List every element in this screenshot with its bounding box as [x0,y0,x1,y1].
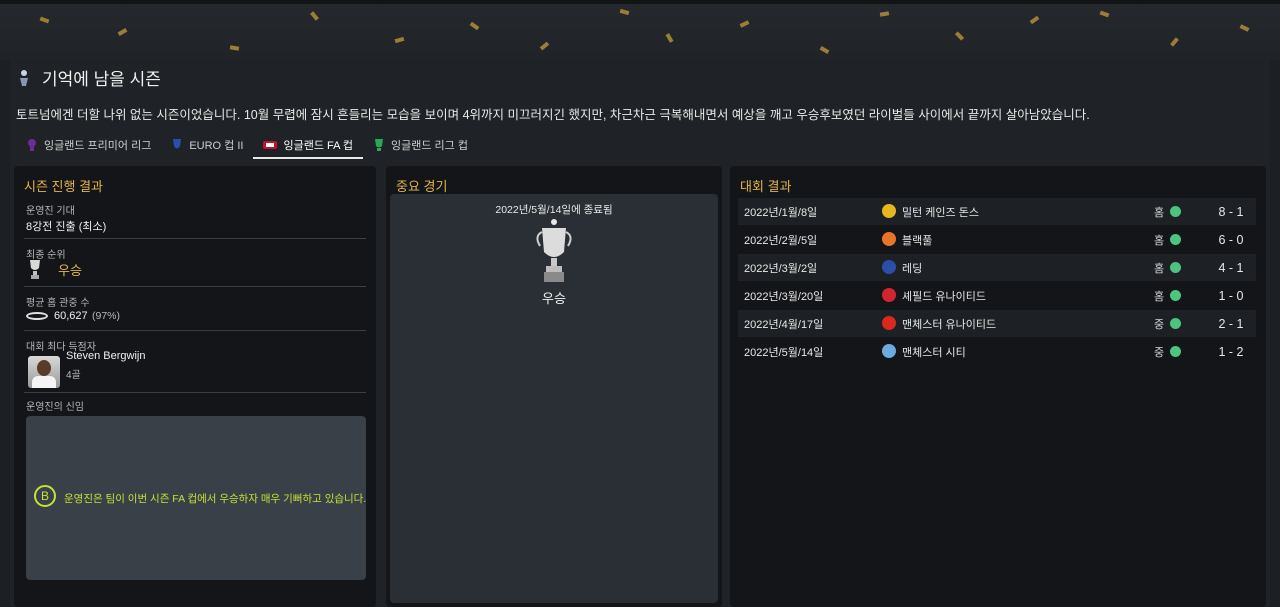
league-cup-icon [375,139,384,151]
table-row[interactable]: 2022년/1월/8일 밀턴 케인즈 돈스 홈 8 - 1 [738,198,1256,225]
board-grade-badge: B [34,485,56,507]
attendance-label: 평균 홈 관중 수 [26,298,90,309]
club-crest-icon [20,70,28,86]
match-date: 2022년/3월/2일 [744,262,818,275]
divider [24,286,366,287]
score: 1 - 0 [1218,288,1244,303]
venue: 중 [1154,346,1165,359]
header: 기억에 남을 시즌 [16,64,161,90]
win-indicator-icon [1170,290,1181,301]
board-confidence-box: B 운영진은 팀이 이번 시즌 FA 컵에서 우승하자 매우 기뻐하고 있습니다… [26,416,366,580]
euro-cup-icon [173,139,182,149]
venue: 홈 [1154,290,1165,303]
match-date: 2022년/4월/17일 [744,318,824,331]
opponent-name: 블랙풀 [902,234,933,247]
attendance-percent: (97%) [92,310,121,322]
manchester-united-crest-icon [882,316,896,330]
key-match-panel: 중요 경기 2022년/5월/14일에 종료됨 우승 [386,166,722,607]
win-indicator-icon [1170,262,1181,273]
mk-dons-crest-icon [882,204,896,218]
table-row[interactable]: 2022년/3월/2일 레딩 홈 4 - 1 [738,254,1256,281]
table-row[interactable]: 2022년/4월/17일 맨체스터 유나이티드 중 2 - 1 [738,310,1256,337]
score: 1 - 2 [1218,344,1244,359]
win-indicator-icon [1170,346,1181,357]
win-indicator-icon [1170,234,1181,245]
tab-label: 잉글랜드 FA 컵 [283,140,354,152]
player-avatar[interactable] [28,356,60,388]
score: 6 - 0 [1218,232,1244,247]
tab-league-cup[interactable]: 잉글랜드 리그 컵 [363,132,478,158]
attendance-value: 60,627 [54,310,88,322]
competition-tabs: 잉글랜드 프리미어 리그 EURO 컵 II 잉글랜드 FA 컵 잉글랜드 리그… [16,132,478,159]
score: 2 - 1 [1218,316,1244,331]
expectation-label: 운영진 기대 [26,206,75,217]
venue: 홈 [1154,262,1165,275]
results-table: 2022년/1월/8일 밀턴 케인즈 돈스 홈 8 - 1 2022년/2월/5… [738,198,1256,366]
season-result-panel: 시즌 진행 결과 운영진 기대 8강전 진출 (최소) 최종 순위 우승 평균 … [14,166,376,607]
tab-euro-cup[interactable]: EURO 컵 II [161,132,253,158]
score: 8 - 1 [1218,204,1244,219]
sheffield-united-crest-icon [882,288,896,302]
fa-cup-trophy-icon [536,219,572,282]
tab-label: 잉글랜드 프리미어 리그 [44,140,152,152]
divider [24,392,366,393]
table-row[interactable]: 2022년/2월/5일 블랙풀 홈 6 - 0 [738,226,1256,253]
match-date: 2022년/2월/5일 [744,234,818,247]
match-date: 2022년/3월/20일 [744,290,824,303]
top-scorer-goals: 4골 [66,370,81,381]
match-result: 우승 [542,291,566,306]
match-date: 2022년/1월/8일 [744,206,818,219]
top-scorer-name[interactable]: Steven Bergwijn [66,350,146,362]
venue: 중 [1154,318,1165,331]
opponent-name: 맨체스터 유나이티드 [902,318,997,331]
competition-results-panel: 대회 결과 2022년/1월/8일 밀턴 케인즈 돈스 홈 8 - 1 2022… [730,166,1266,607]
score: 4 - 1 [1218,260,1244,275]
panel-title: 중요 경기 [396,179,448,194]
panel-title: 시즌 진행 결과 [24,179,103,194]
blackpool-crest-icon [882,232,896,246]
confetti-banner [0,0,1280,60]
tab-label: 잉글랜드 리그 컵 [391,140,468,152]
page-title: 기억에 남을 시즌 [42,69,161,89]
fa-cup-icon [263,141,278,149]
table-row[interactable]: 2022년/5월/14일 맨체스터 시티 중 1 - 2 [738,338,1256,365]
table-row[interactable]: 2022년/3월/20일 셰필드 유나이티드 홈 1 - 0 [738,282,1256,309]
match-date: 2022년/5월/14일 [744,346,824,359]
win-indicator-icon [1170,318,1181,329]
season-summary-screen: 기억에 남을 시즌 토트넘에겐 더할 나위 없는 시즌이었습니다. 10월 무렵… [10,60,1270,607]
divider [24,238,366,239]
board-confidence-label: 운영진의 신임 [26,402,84,413]
match-date: 2022년/5월/14일에 종료됨 [495,204,613,216]
trophy-icon [30,260,40,279]
tab-label: EURO 컵 II [189,140,244,152]
opponent-name: 셰필드 유나이티드 [902,290,987,303]
divider [24,330,366,331]
opponent-name: 밀턴 케인즈 돈스 [902,206,979,219]
reading-crest-icon [882,260,896,274]
venue: 홈 [1154,234,1165,247]
top-bar [0,0,1280,4]
panel-title: 대회 결과 [740,179,792,194]
key-match-card[interactable]: 2022년/5월/14일에 종료됨 우승 [390,194,718,603]
opponent-name: 레딩 [902,262,923,275]
venue: 홈 [1154,206,1165,219]
manchester-city-crest-icon [882,344,896,358]
tab-premier-league[interactable]: 잉글랜드 프리미어 리그 [16,132,161,158]
premier-league-icon [28,139,36,151]
season-summary-text: 토트넘에겐 더할 나위 없는 시즌이었습니다. 10월 무렵에 잠시 흔들리는 … [16,108,1090,122]
opponent-name: 맨체스터 시티 [902,346,966,359]
board-confidence-text: 운영진은 팀이 이번 시즌 FA 컵에서 우승하자 매우 기뻐하고 있습니다. [64,493,367,505]
tab-fa-cup[interactable]: 잉글랜드 FA 컵 [253,132,363,159]
stadium-icon [26,312,48,320]
win-indicator-icon [1170,206,1181,217]
expectation-value: 8강전 진출 (최소) [26,221,107,233]
final-rank-value: 우승 [58,263,82,278]
